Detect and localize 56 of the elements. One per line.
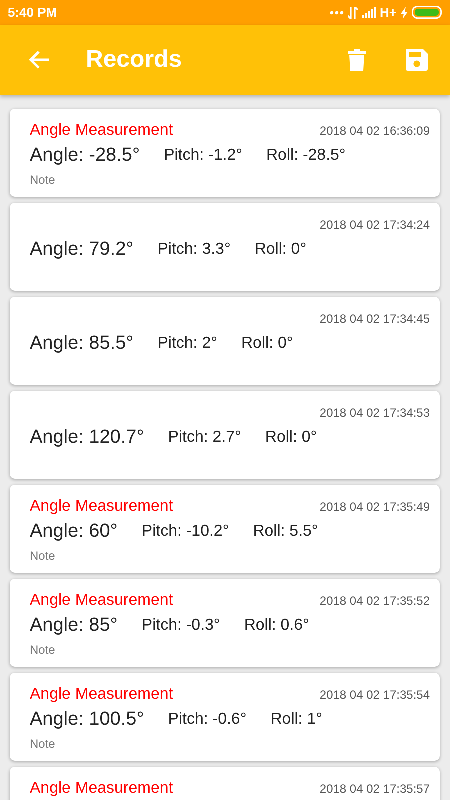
record-card[interactable]: Angle Measurement 2018 04 02 17:35:54 Angle: 100.5° Pitch: -0.6° Roll: 1° Note [10,673,440,761]
pitch-value: Pitch: -10.2° [142,522,230,542]
angle-value: Angle: 120.7° [30,426,144,450]
roll-value: Roll: -28.5° [266,146,346,166]
angle-value: Angle: -28.5° [30,144,140,168]
record-timestamp: 2018 04 02 17:34:45 [320,311,430,328]
record-card[interactable]: 2018 04 02 17:34:45 Angle: 85.5° Pitch: 2° Roll: 0° [10,297,440,385]
record-card[interactable]: 2018 04 02 17:34:53 Angle: 120.7° Pitch: 2.7° Roll: 0° [10,391,440,479]
roll-value: Roll: 0° [242,334,294,354]
record-note: Note [30,548,56,564]
roll-value: Roll: 0° [254,240,307,260]
more-icon [330,10,344,14]
network-type: H+ [380,4,397,22]
record-title: Angle Measurement [30,121,174,141]
record-timestamp: 2018 04 02 17:35:57 [320,781,430,798]
data-arrows-icon [348,6,358,18]
status-time: 5:40 PM [8,4,58,22]
record-card[interactable]: Angle Measurement 2018 04 02 17:35:52 Angle: 85° Pitch: -0.3° Roll: 0.6° Note [10,579,440,667]
battery-icon [412,6,442,19]
roll-value: Roll: 0° [265,428,318,448]
roll-value: Roll: 1° [270,710,322,730]
roll-value: Roll: 5.5° [253,522,318,542]
back-arrow-icon [28,50,50,70]
pitch-value: Pitch: 2° [158,334,218,354]
record-card[interactable]: Angle Measurement 2018 04 02 17:35:57 [10,767,440,800]
angle-value: Angle: 100.5° [30,708,144,732]
angle-value: Angle: 85.5° [30,332,134,356]
pitch-value: Pitch: -0.6° [168,710,247,730]
record-title: Angle Measurement [30,591,174,611]
record-card[interactable]: Angle Measurement 2018 04 02 17:35:49 Angle: 60° Pitch: -10.2° Roll: 5.5° Note [10,485,440,573]
record-timestamp: 2018 04 02 16:36:09 [320,123,430,140]
roll-value: Roll: 0.6° [244,616,310,636]
record-card[interactable]: Angle Measurement 2018 04 02 16:36:09 Angle: -28.5° Pitch: -1.2° Roll: -28.5° Note [10,109,440,197]
record-timestamp: 2018 04 02 17:34:24 [320,217,430,234]
pitch-value: Pitch: 2.7° [168,428,242,448]
screen-title: Records [86,45,182,75]
signal-icon [362,7,376,18]
record-timestamp: 2018 04 02 17:35:49 [320,499,430,516]
pitch-value: Pitch: -1.2° [164,146,242,166]
charging-icon [401,6,408,18]
record-card[interactable]: 2018 04 02 17:34:24 Angle: 79.2° Pitch: 3.3° Roll: 0° [10,203,440,291]
record-timestamp: 2018 04 02 17:35:54 [320,687,430,704]
record-note: Note [30,172,56,188]
record-note: Note [30,642,56,658]
record-title: Angle Measurement [30,685,174,705]
pitch-value: Pitch: 3.3° [158,240,231,260]
record-note: Note [30,736,56,752]
pitch-value: Pitch: -0.3° [142,616,220,636]
record-timestamp: 2018 04 02 17:35:52 [320,593,430,610]
record-timestamp: 2018 04 02 17:34:53 [320,405,430,422]
angle-value: Angle: 60° [30,520,118,544]
angle-value: Angle: 85° [30,614,118,638]
angle-value: Angle: 79.2° [30,238,134,262]
record-title: Angle Measurement [30,497,174,517]
record-title: Angle Measurement [30,779,174,799]
trash-icon [348,49,366,71]
